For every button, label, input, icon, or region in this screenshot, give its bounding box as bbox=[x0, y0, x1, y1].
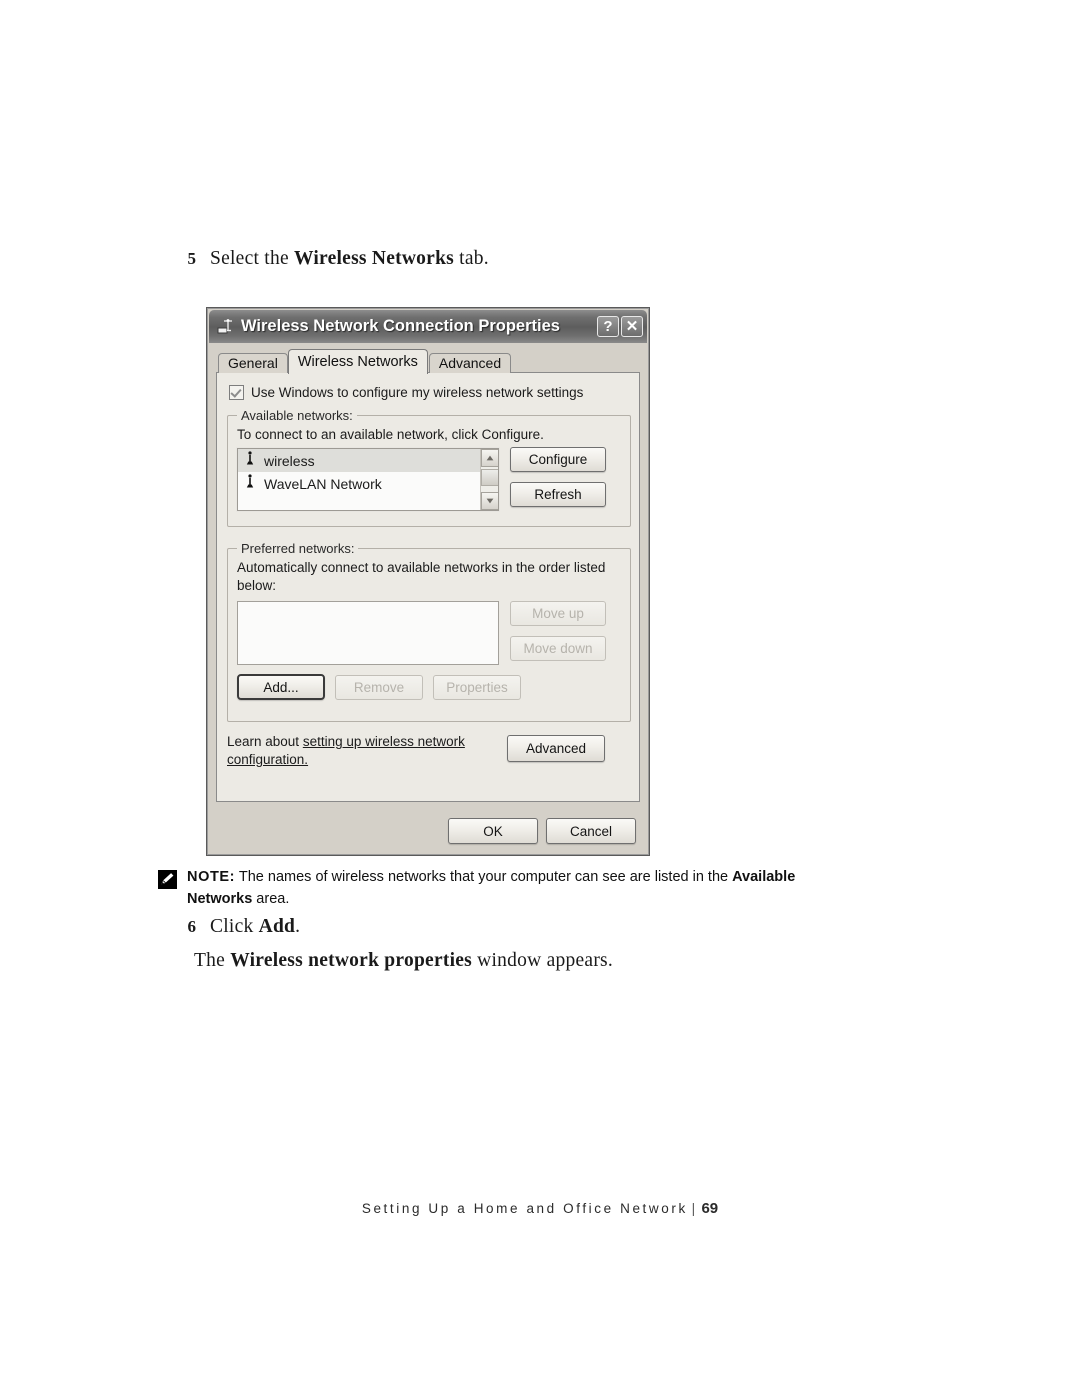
move-up-button[interactable]: Move up bbox=[510, 601, 606, 626]
wireless-networks-tab-panel: Use Windows to configure my wireless net… bbox=[216, 372, 640, 802]
close-icon[interactable]: ✕ bbox=[621, 316, 643, 337]
available-networks-listbox[interactable]: wireless WaveLAN Network bbox=[237, 448, 499, 511]
scroll-up-icon[interactable] bbox=[481, 449, 498, 467]
move-down-button[interactable]: Move down bbox=[510, 636, 606, 661]
listbox-scrollbar[interactable] bbox=[480, 449, 498, 510]
list-item[interactable]: wireless bbox=[238, 449, 498, 472]
available-networks-help-text: To connect to an available network, clic… bbox=[237, 427, 544, 442]
note-block: NOTE: The names of wireless networks tha… bbox=[158, 866, 858, 911]
wireless-network-connection-properties-dialog[interactable]: Wireless Network Connection Properties ?… bbox=[206, 307, 650, 856]
available-networks-group: Available networks: To connect to an ava… bbox=[227, 408, 631, 527]
note-text-after: area. bbox=[252, 891, 290, 908]
wireless-network-icon bbox=[244, 474, 258, 493]
dialog-footer: OK Cancel bbox=[210, 809, 646, 851]
note-label: NOTE: bbox=[187, 869, 236, 885]
step-5-number: 5 bbox=[187, 249, 197, 268]
ok-button[interactable]: OK bbox=[448, 818, 538, 844]
footer-title: Setting Up a Home and Office Network bbox=[361, 1201, 688, 1216]
page-footer: Setting Up a Home and Office Network | 6… bbox=[0, 1200, 1080, 1217]
scrollbar-thumb[interactable] bbox=[481, 469, 498, 486]
remove-button[interactable]: Remove bbox=[335, 675, 423, 700]
result-line: The Wireless network properties window a… bbox=[194, 950, 613, 972]
step-6: 6 Click Add. bbox=[166, 916, 301, 938]
help-button[interactable]: ? bbox=[597, 316, 619, 337]
use-windows-checkbox-label: Use Windows to configure my wireless net… bbox=[251, 385, 584, 400]
note-text: NOTE: The names of wireless networks tha… bbox=[187, 866, 858, 911]
network-adapter-icon bbox=[216, 318, 234, 336]
dialog-body: General Wireless Networks Advanced Use W… bbox=[210, 346, 646, 851]
properties-button[interactable]: Properties bbox=[433, 675, 521, 700]
refresh-button[interactable]: Refresh bbox=[510, 482, 606, 507]
preferred-networks-help-text: Automatically connect to available netwo… bbox=[237, 560, 606, 593]
cancel-button[interactable]: Cancel bbox=[546, 818, 636, 844]
preferred-networks-listbox[interactable] bbox=[237, 601, 499, 665]
list-item-label: wireless bbox=[264, 452, 315, 469]
step-6-text: Click Add. bbox=[210, 916, 301, 937]
add-button[interactable]: Add... bbox=[237, 674, 325, 700]
list-item[interactable]: WaveLAN Network bbox=[238, 472, 498, 495]
dialog-title: Wireless Network Connection Properties bbox=[241, 317, 560, 335]
note-pencil-icon bbox=[158, 870, 177, 889]
learn-about-prefix: Learn about bbox=[227, 734, 303, 749]
note-text-before: The names of wireless networks that your… bbox=[235, 869, 733, 885]
preferred-networks-group: Preferred networks: Automatically connec… bbox=[227, 541, 631, 722]
preferred-networks-group-label: Preferred networks: bbox=[237, 541, 359, 556]
tab-strip[interactable]: General Wireless Networks Advanced bbox=[218, 349, 512, 374]
tab-general[interactable]: General bbox=[218, 353, 288, 373]
list-item-label: WaveLAN Network bbox=[264, 475, 382, 492]
step-5: 5 Select the Wireless Networks tab. bbox=[166, 248, 489, 270]
advanced-button[interactable]: Advanced bbox=[507, 735, 605, 762]
available-networks-group-label: Available networks: bbox=[237, 408, 357, 423]
tab-wireless-networks[interactable]: Wireless Networks bbox=[287, 349, 428, 374]
result-prefix: The bbox=[194, 950, 231, 971]
result-suffix: window appears. bbox=[472, 950, 614, 971]
dialog-titlebar[interactable]: Wireless Network Connection Properties ?… bbox=[209, 310, 647, 343]
use-windows-checkbox[interactable] bbox=[229, 385, 244, 400]
scroll-down-icon[interactable] bbox=[481, 492, 498, 510]
footer-separator: | bbox=[691, 1201, 698, 1216]
result-bold: Wireless network properties bbox=[230, 950, 473, 971]
step-5-text: Select the Wireless Networks tab. bbox=[210, 248, 489, 269]
step-6-number: 6 bbox=[187, 917, 197, 936]
use-windows-checkbox-row[interactable]: Use Windows to configure my wireless net… bbox=[229, 385, 583, 400]
configure-button[interactable]: Configure bbox=[510, 447, 606, 472]
page-number: 69 bbox=[701, 1200, 719, 1217]
learn-about-text: Learn about setting up wireless network … bbox=[227, 733, 502, 769]
wireless-network-icon bbox=[244, 451, 258, 470]
tab-advanced[interactable]: Advanced bbox=[428, 353, 512, 373]
